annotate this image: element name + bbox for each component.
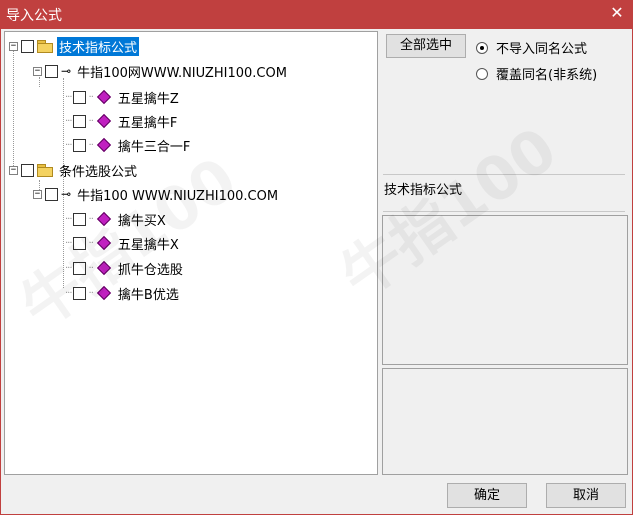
radio-label: 覆盖同名(非系统): [496, 68, 598, 83]
formula-icon: [96, 260, 111, 276]
formula-icon: [96, 285, 111, 301]
tree-node-formula[interactable]: ··· ·· 擒牛买X: [65, 208, 168, 230]
tree-node-niuzhi100-group[interactable]: − ⊸ 牛指100 WWW.NIUZHI100.COM: [33, 183, 280, 205]
collapse-icon[interactable]: −: [33, 189, 42, 199]
tree-node-formula[interactable]: ··· ·· 擒牛三合一F: [65, 134, 192, 156]
checkbox[interactable]: [45, 64, 58, 78]
tree-node-label: 抓牛仓选股: [117, 262, 183, 278]
close-icon[interactable]: ✕: [607, 3, 627, 23]
formula-icon: [96, 89, 111, 105]
tree-node-tech-indicators[interactable]: − 技术指标公式: [9, 35, 140, 57]
tree-node-formula[interactable]: ··· ·· 五星擒牛F: [65, 110, 179, 132]
checkbox[interactable]: [72, 212, 86, 226]
tree-node-label: 五星擒牛X: [117, 237, 179, 253]
tree-node-label: 牛指100网WWW.NIUZHI100.COM: [77, 65, 287, 81]
checkbox[interactable]: [72, 236, 86, 250]
formula-info-box: [382, 368, 628, 475]
folder-icon: [37, 164, 53, 177]
tree-node-formula[interactable]: ··· ·· 五星擒牛Z: [65, 86, 181, 108]
tree-node-label: 牛指100 WWW.NIUZHI100.COM: [77, 188, 279, 204]
formula-icon: [96, 211, 111, 227]
formula-description-box: [382, 215, 628, 365]
collapse-icon[interactable]: −: [33, 66, 42, 76]
tree-node-formula[interactable]: ··· ·· 五星擒牛X: [65, 232, 181, 254]
category-name-display: 技术指标公式: [383, 174, 625, 212]
tree-node-label: 五星擒牛Z: [117, 91, 179, 107]
tree-node-label: 擒牛三合一F: [117, 139, 191, 155]
checkbox[interactable]: [21, 163, 34, 177]
tree-node-label: 条件选股公式: [59, 164, 138, 180]
checkbox[interactable]: [72, 90, 86, 104]
tree-node-stock-selection[interactable]: − 条件选股公式: [9, 159, 139, 181]
window-title: 导入公式: [6, 8, 62, 24]
checkbox[interactable]: [45, 187, 58, 201]
formula-tree[interactable]: − 技术指标公式 − ⊸ 牛指100网WWW.NIUZHI100.COM ···…: [4, 31, 378, 475]
tree-node-label: 五星擒牛F: [117, 115, 178, 131]
select-all-button[interactable]: 全部选中: [386, 34, 466, 58]
checkbox[interactable]: [21, 39, 34, 53]
cancel-button[interactable]: 取消: [546, 483, 626, 508]
key-icon: ⊸: [61, 64, 72, 78]
ok-button[interactable]: 确定: [447, 483, 527, 508]
radio-overwrite[interactable]: 覆盖同名(非系统): [476, 64, 597, 83]
radio-label: 不导入同名公式: [496, 42, 588, 57]
category-name: 技术指标公式: [384, 183, 463, 198]
title-bar: 导入公式 ✕: [0, 0, 633, 28]
tree-node-niuzhi100-group[interactable]: − ⊸ 牛指100网WWW.NIUZHI100.COM: [33, 60, 289, 82]
radio-no-import[interactable]: 不导入同名公式: [476, 38, 587, 57]
radio-button[interactable]: [476, 67, 488, 80]
checkbox[interactable]: [72, 138, 86, 152]
collapse-icon[interactable]: −: [9, 41, 18, 51]
folder-icon: [37, 40, 53, 53]
tree-node-label: 技术指标公式: [57, 36, 140, 56]
checkbox[interactable]: [72, 114, 86, 128]
tree-node-formula[interactable]: ··· ·· 擒牛B优选: [65, 282, 181, 304]
collapse-icon[interactable]: −: [9, 165, 18, 175]
formula-icon: [96, 113, 111, 129]
formula-icon: [96, 235, 111, 251]
tree-node-formula[interactable]: ··· ·· 抓牛仓选股: [65, 257, 185, 279]
tree-node-label: 擒牛B优选: [117, 287, 179, 303]
radio-button[interactable]: [476, 41, 488, 54]
key-icon: ⊸: [61, 187, 72, 201]
formula-icon: [96, 137, 111, 153]
tree-node-label: 擒牛买X: [117, 213, 166, 229]
checkbox[interactable]: [72, 261, 86, 275]
checkbox[interactable]: [72, 286, 86, 300]
